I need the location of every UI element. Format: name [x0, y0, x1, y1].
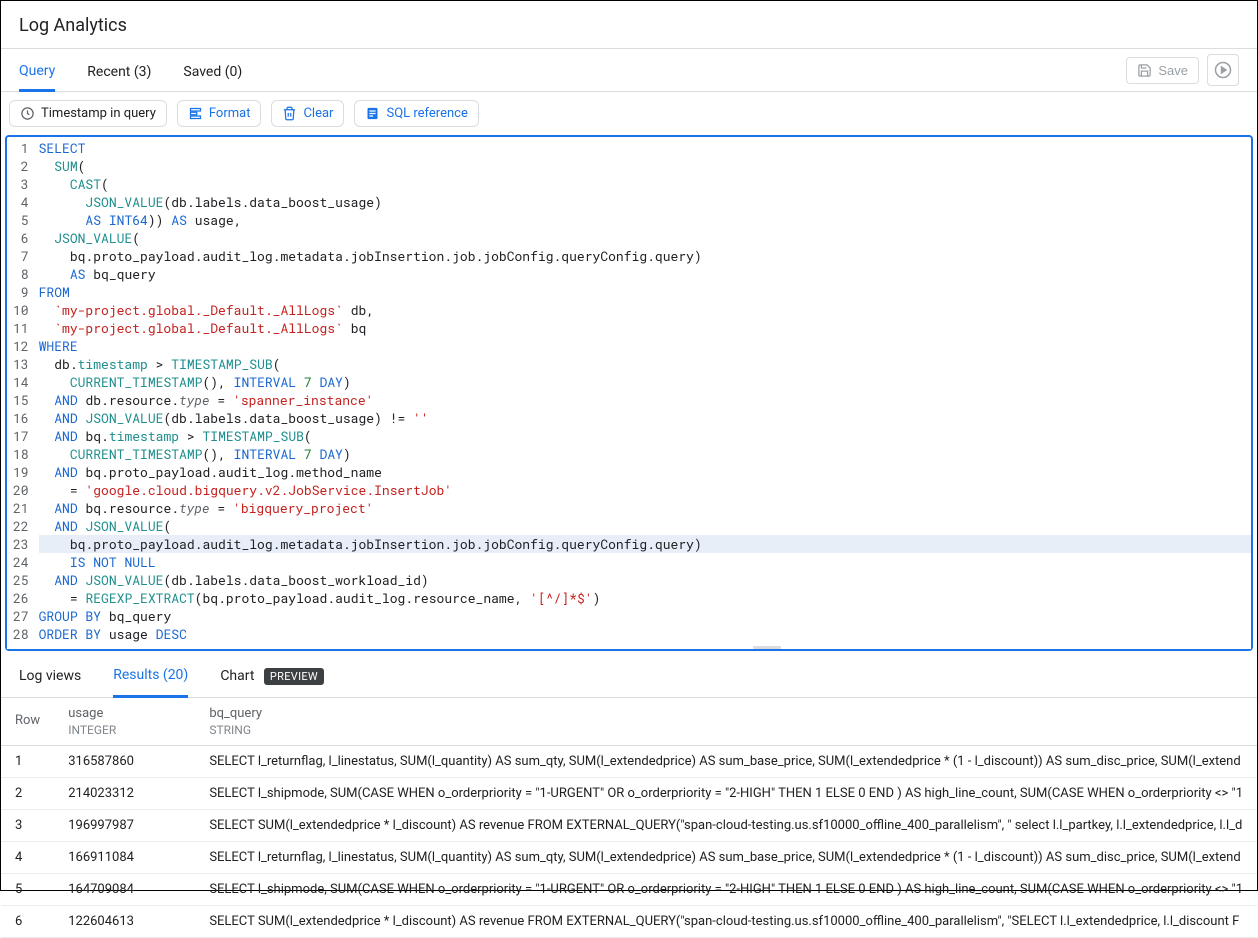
sql-reference-button[interactable]: SQL reference [354, 100, 478, 127]
editor-gutter: 1234567891011121314151617181920212223242… [7, 137, 39, 645]
code-line[interactable]: AND bq.resource.type = 'bigquery_project… [39, 499, 1251, 517]
code-line[interactable]: SUM( [39, 157, 1251, 175]
result-tabs: Log views Results (20) Chart PREVIEW [1, 651, 1257, 698]
chart-label: Chart [220, 668, 254, 684]
code-line[interactable]: CURRENT_TIMESTAMP(), INTERVAL 7 DAY) [39, 445, 1251, 463]
col-header-row: Row [1, 698, 54, 746]
sql-reference-label: SQL reference [386, 106, 467, 121]
code-line[interactable]: = 'google.cloud.bigquery.v2.JobService.I… [39, 481, 1251, 499]
tab-saved[interactable]: Saved (0) [183, 50, 242, 90]
timestamp-label: Timestamp in query [41, 106, 156, 121]
preview-badge: PREVIEW [264, 668, 324, 685]
sql-editor[interactable]: 1234567891011121314151617181920212223242… [5, 135, 1253, 651]
code-line[interactable]: CURRENT_TIMESTAMP(), INTERVAL 7 DAY) [39, 373, 1251, 391]
code-line[interactable]: AND bq.timestamp > TIMESTAMP_SUB( [39, 427, 1251, 445]
col-header-usage: usageINTEGER [54, 698, 195, 746]
clear-button[interactable]: Clear [271, 100, 344, 127]
table-row[interactable]: 3196997987SELECT SUM(l_extendedprice * l… [1, 810, 1257, 842]
tab-results[interactable]: Results (20) [113, 661, 188, 698]
code-line[interactable]: AND db.resource.type = 'spanner_instance… [39, 391, 1251, 409]
trash-icon [282, 106, 297, 121]
timestamp-chip[interactable]: Timestamp in query [9, 100, 167, 127]
save-icon [1137, 63, 1152, 78]
resize-handle[interactable] [7, 645, 1251, 649]
main-tabs: Query Recent (3) Saved (0) Save [1, 49, 1257, 92]
page-title: Log Analytics [19, 15, 1239, 36]
code-line[interactable]: = REGEXP_EXTRACT(bq.proto_payload.audit_… [39, 589, 1251, 607]
clock-icon [20, 106, 35, 121]
code-line[interactable]: AND bq.proto_payload.audit_log.method_na… [39, 463, 1251, 481]
editor-toolbar: Timestamp in query Format Clear SQL refe… [1, 92, 1257, 135]
table-row[interactable]: 5164709084SELECT l_shipmode, SUM(CASE WH… [1, 874, 1257, 906]
col-header-bq-query: bq_querySTRING [195, 698, 1257, 746]
tab-query[interactable]: Query [19, 49, 55, 92]
code-line[interactable]: bq.proto_payload.audit_log.metadata.jobI… [39, 535, 1251, 553]
code-line[interactable]: bq.proto_payload.audit_log.metadata.jobI… [39, 247, 1251, 265]
format-label: Format [209, 106, 251, 121]
code-line[interactable]: `my-project.global._Default._AllLogs` bq [39, 319, 1251, 337]
code-line[interactable]: AND JSON_VALUE(db.labels.data_boost_work… [39, 571, 1251, 589]
code-line[interactable]: FROM [39, 283, 1251, 301]
table-row[interactable]: 4166911084SELECT l_returnflag, l_linesta… [1, 842, 1257, 874]
save-button[interactable]: Save [1126, 57, 1199, 84]
code-line[interactable]: SELECT [39, 139, 1251, 157]
code-line[interactable]: IS NOT NULL [39, 553, 1251, 571]
code-line[interactable]: AND JSON_VALUE(db.labels.data_boost_usag… [39, 409, 1251, 427]
code-line[interactable]: db.timestamp > TIMESTAMP_SUB( [39, 355, 1251, 373]
format-icon [188, 106, 203, 121]
play-circle-icon [1214, 61, 1232, 79]
results-table: Row usageINTEGER bq_querySTRING 13165878… [1, 698, 1257, 938]
code-line[interactable]: GROUP BY bq_query [39, 607, 1251, 625]
code-line[interactable]: JSON_VALUE(db.labels.data_boost_usage) [39, 193, 1251, 211]
code-line[interactable]: CAST( [39, 175, 1251, 193]
code-line[interactable]: `my-project.global._Default._AllLogs` db… [39, 301, 1251, 319]
tab-chart[interactable]: Chart PREVIEW [220, 662, 324, 696]
code-line[interactable]: ORDER BY usage DESC [39, 625, 1251, 643]
table-row[interactable]: 1316587860SELECT l_returnflag, l_linesta… [1, 746, 1257, 778]
clear-label: Clear [303, 106, 333, 121]
code-line[interactable]: JSON_VALUE( [39, 229, 1251, 247]
code-line[interactable]: AND JSON_VALUE( [39, 517, 1251, 535]
table-row[interactable]: 2214023312SELECT l_shipmode, SUM(CASE WH… [1, 778, 1257, 810]
header: Log Analytics [1, 1, 1257, 49]
code-line[interactable]: AS INT64)) AS usage, [39, 211, 1251, 229]
run-button[interactable] [1207, 54, 1239, 86]
code-line[interactable]: AS bq_query [39, 265, 1251, 283]
doc-icon [365, 106, 380, 121]
table-row[interactable]: 6122604613SELECT SUM(l_extendedprice * l… [1, 906, 1257, 938]
format-button[interactable]: Format [177, 100, 262, 127]
tab-log-views[interactable]: Log views [19, 662, 81, 696]
save-label: Save [1158, 63, 1188, 78]
tab-recent[interactable]: Recent (3) [87, 50, 151, 90]
code-line[interactable]: WHERE [39, 337, 1251, 355]
editor-code[interactable]: SELECT SUM( CAST( JSON_VALUE(db.labels.d… [39, 137, 1251, 645]
